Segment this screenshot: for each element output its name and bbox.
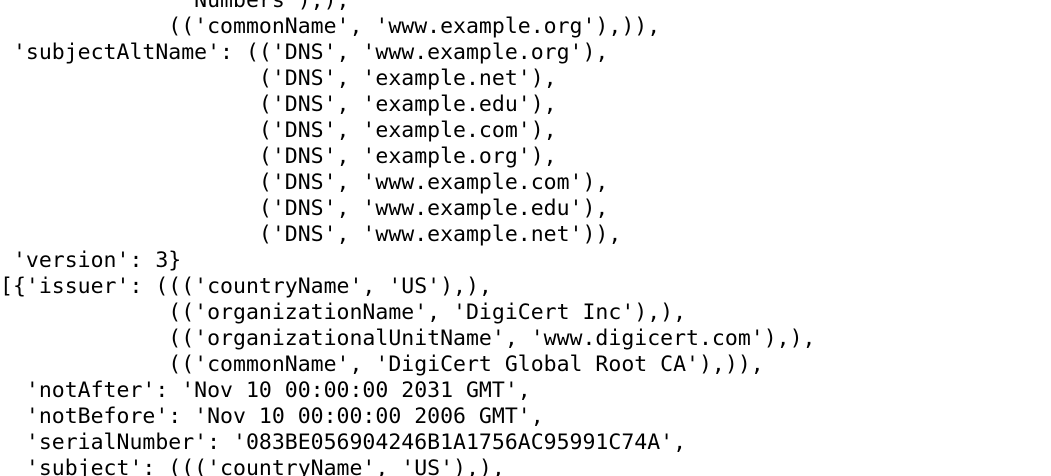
code-line: 'subject': ((('countryName', 'US'),), <box>0 456 505 476</box>
code-line: 'notAfter': 'Nov 10 00:00:00 2031 GMT', <box>0 378 531 403</box>
code-line: 'Numbers'),), <box>0 0 350 13</box>
code-line: 'subjectAltName': (('DNS', 'www.example.… <box>0 40 609 65</box>
code-line: ('DNS', 'example.org'), <box>0 144 557 169</box>
code-line: (('commonName', 'www.example.org'),)), <box>0 14 661 39</box>
code-line: ('DNS', 'www.example.net')), <box>0 222 622 247</box>
code-line: (('commonName', 'DigiCert Global Root CA… <box>0 352 764 377</box>
terminal-output: 'Numbers'),), (('commonName', 'www.examp… <box>0 0 1051 476</box>
code-line: ('DNS', 'www.example.com'), <box>0 170 609 195</box>
code-block: 'Numbers'),), (('commonName', 'www.examp… <box>0 0 815 476</box>
code-line: 'serialNumber': '083BE056904246B1A1756AC… <box>0 430 687 455</box>
code-line: (('organizationName', 'DigiCert Inc'),), <box>0 300 687 325</box>
code-line: ('DNS', 'example.net'), <box>0 66 557 91</box>
code-line: ('DNS', 'www.example.edu'), <box>0 196 609 221</box>
code-line: ('DNS', 'example.edu'), <box>0 92 557 117</box>
code-line: [{'issuer': ((('countryName', 'US'),), <box>0 274 492 299</box>
code-line: 'notBefore': 'Nov 10 00:00:00 2006 GMT', <box>0 404 544 429</box>
code-line: 'version': 3} <box>0 248 182 273</box>
code-line: (('organizationalUnitName', 'www.digicer… <box>0 326 816 351</box>
code-line: ('DNS', 'example.com'), <box>0 118 557 143</box>
